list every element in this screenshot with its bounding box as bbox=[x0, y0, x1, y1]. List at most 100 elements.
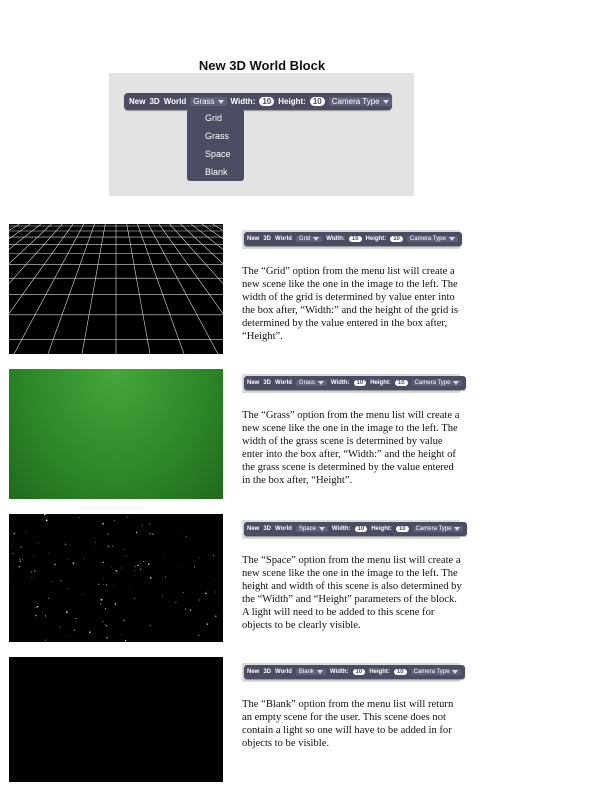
star bbox=[100, 598, 103, 601]
grid-line bbox=[190, 224, 223, 250]
star bbox=[83, 558, 85, 560]
grid-block-thumb: New 3D World Grid Width: 10 Height: 10 C… bbox=[242, 230, 462, 249]
block-thumbnail: New 3D World Space Width: 10 Height: 10 … bbox=[244, 522, 468, 536]
grid-line bbox=[9, 224, 53, 265]
star bbox=[121, 634, 123, 636]
world-type-dropdown[interactable]: Grass bbox=[190, 97, 227, 106]
camera-type-dropdown: Camera Type bbox=[410, 669, 462, 675]
menu-item-grass[interactable]: Grass bbox=[187, 127, 244, 145]
star bbox=[127, 516, 129, 518]
star bbox=[89, 631, 91, 633]
star bbox=[34, 614, 37, 617]
block-3d-label: 3D bbox=[263, 526, 272, 532]
grid-line bbox=[81, 224, 106, 354]
camera-type-value: Camera Type bbox=[331, 97, 380, 106]
star bbox=[114, 520, 116, 522]
chevron-down-icon bbox=[217, 99, 224, 104]
star bbox=[104, 624, 106, 626]
star bbox=[212, 555, 214, 557]
star bbox=[143, 560, 145, 562]
grass-scene-image bbox=[9, 369, 223, 499]
block-height-label: Height: bbox=[365, 236, 387, 242]
grid-line bbox=[9, 224, 63, 285]
block-height-label: Height: bbox=[278, 97, 306, 106]
star bbox=[100, 602, 102, 605]
star bbox=[64, 543, 67, 546]
height-input[interactable]: 10 bbox=[309, 97, 325, 106]
grid-line bbox=[212, 224, 223, 231]
space-description: The “Space” option from the menu list wi… bbox=[242, 555, 462, 631]
chevron-down-icon bbox=[453, 381, 460, 385]
star bbox=[214, 615, 217, 618]
grid-line bbox=[116, 224, 223, 354]
block-world-label: World bbox=[275, 526, 292, 532]
block-thumbnail: New 3D World Blank Width: 10 Height: 10 … bbox=[244, 665, 466, 679]
star bbox=[185, 608, 187, 610]
block-3d-label: 3D bbox=[263, 236, 272, 242]
star bbox=[103, 578, 105, 580]
star bbox=[113, 585, 115, 587]
camera-type-value: Camera Type bbox=[413, 669, 450, 675]
star bbox=[140, 568, 142, 570]
width-input: 10 bbox=[354, 526, 368, 532]
menu-item-space[interactable]: Space bbox=[187, 145, 244, 163]
star bbox=[13, 533, 15, 535]
page-title: New 3D World Block bbox=[198, 58, 326, 73]
star bbox=[102, 522, 105, 525]
grid-line bbox=[201, 224, 223, 240]
star bbox=[152, 533, 154, 535]
grid-line bbox=[147, 224, 219, 354]
star bbox=[134, 570, 135, 571]
grid-line bbox=[116, 224, 223, 354]
star bbox=[199, 586, 201, 588]
height-input: 10 bbox=[395, 526, 409, 532]
star bbox=[73, 629, 76, 631]
star bbox=[199, 599, 201, 601]
star bbox=[47, 597, 49, 599]
block-width-label: Width: bbox=[230, 97, 256, 106]
block-height-label: Height: bbox=[370, 380, 391, 386]
star bbox=[67, 558, 69, 560]
camera-type-dropdown[interactable]: Camera Type bbox=[328, 97, 392, 106]
grid-line bbox=[13, 224, 85, 354]
star bbox=[139, 562, 140, 564]
menu-item-grid[interactable]: Grid bbox=[187, 109, 244, 127]
star bbox=[44, 518, 46, 520]
grass-description: The “Grass” option from the menu list wi… bbox=[242, 410, 460, 486]
star bbox=[206, 623, 209, 625]
new-3d-world-block[interactable]: New 3D World Grass Width: 10 Height: 10 … bbox=[124, 93, 392, 110]
star bbox=[11, 545, 13, 546]
star bbox=[194, 566, 196, 568]
star bbox=[125, 555, 127, 557]
world-type-value: Blank bbox=[298, 669, 314, 675]
star bbox=[107, 545, 110, 547]
block-width-label: Width: bbox=[330, 380, 350, 386]
width-input: 10 bbox=[352, 669, 366, 675]
grid-scene-image bbox=[9, 224, 223, 354]
menu-item-blank[interactable]: Blank bbox=[187, 163, 244, 181]
grass-block-thumb: New 3D World Grass Width: 10 Height: 10 … bbox=[242, 374, 467, 393]
star bbox=[25, 626, 26, 628]
star bbox=[60, 580, 62, 582]
star bbox=[133, 598, 136, 600]
grid-line bbox=[9, 224, 10, 225]
width-input[interactable]: 10 bbox=[259, 97, 275, 106]
block-world-label: World bbox=[163, 97, 187, 106]
grid-line bbox=[169, 224, 223, 285]
star bbox=[107, 533, 109, 535]
star bbox=[198, 557, 200, 559]
star bbox=[137, 564, 139, 567]
chevron-down-icon bbox=[313, 237, 320, 241]
star bbox=[105, 625, 108, 627]
grid-line bbox=[47, 224, 95, 354]
star bbox=[105, 583, 108, 586]
star bbox=[48, 552, 50, 554]
world-type-dropdown: Grid bbox=[295, 236, 323, 242]
camera-type-value: Camera Type bbox=[415, 526, 452, 532]
grid-line bbox=[9, 224, 74, 315]
chevron-down-icon bbox=[316, 670, 323, 674]
star bbox=[44, 639, 47, 641]
world-type-menu: Grid Grass Space Blank bbox=[187, 109, 244, 181]
block-3d-label: 3D bbox=[263, 380, 272, 386]
world-type-value: Space bbox=[298, 526, 316, 532]
